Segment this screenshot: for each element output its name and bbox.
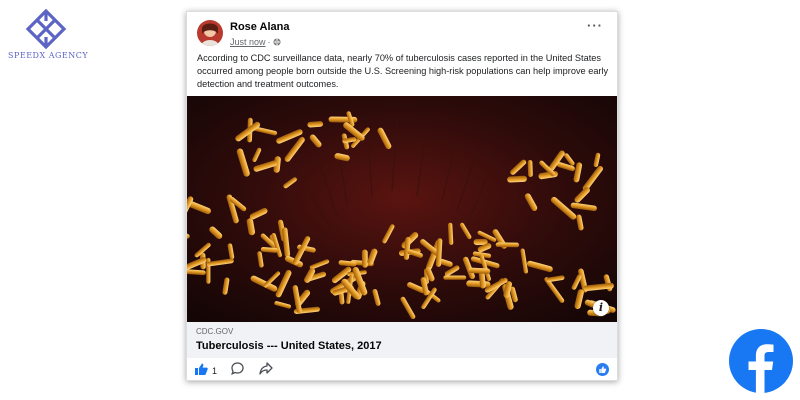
share-button[interactable] [259,362,273,380]
author-name[interactable]: Rose Alana [230,21,290,33]
meta-separator: · [267,37,271,47]
agency-logo-mark [25,8,67,50]
bacterium-rod [443,275,467,280]
link-domain: CDC.GOV [196,327,234,336]
bacterium-rod [507,175,527,183]
post-header: Rose Alana Just now · ··· [197,19,609,53]
comment-button[interactable] [231,362,244,380]
link-preview[interactable]: CDC.GOV Tuberculosis --- United States, … [187,322,617,358]
like-button[interactable]: 1 [195,362,217,380]
tuberculosis-bacteria-image [187,96,617,322]
bacterium-rod [361,249,368,268]
action-bar: 1 [187,358,617,380]
facebook-post-card: Rose Alana Just now · ··· According to C… [186,11,618,381]
comment-icon [231,362,244,379]
globe-icon [273,38,281,46]
like-reaction-icon [596,363,609,376]
bacterium-rod [468,267,491,274]
facebook-logo-icon [728,328,794,394]
agency-logo: SPEEDX AGENCY [8,8,89,68]
post-timestamp[interactable]: Just now [230,37,266,47]
post-meta: Just now · [230,37,281,47]
info-button[interactable]: i [593,300,609,316]
bacterium-rod [307,121,324,128]
avatar[interactable] [197,20,223,46]
agency-name: SPEEDX AGENCY [8,51,89,60]
avatar-image [197,20,223,46]
bacterium-rod [495,242,520,248]
link-title[interactable]: Tuberculosis --- United States, 2017 [196,340,382,352]
thumbs-up-icon [195,362,208,380]
share-icon [259,362,273,379]
post-image[interactable]: i [187,96,617,322]
bacterium-rod [527,160,533,177]
bacterium-rod [466,280,491,288]
like-count: 1 [212,366,218,376]
more-options-button[interactable]: ··· [585,19,605,37]
post-text: According to CDC surveillance data, near… [197,53,609,89]
